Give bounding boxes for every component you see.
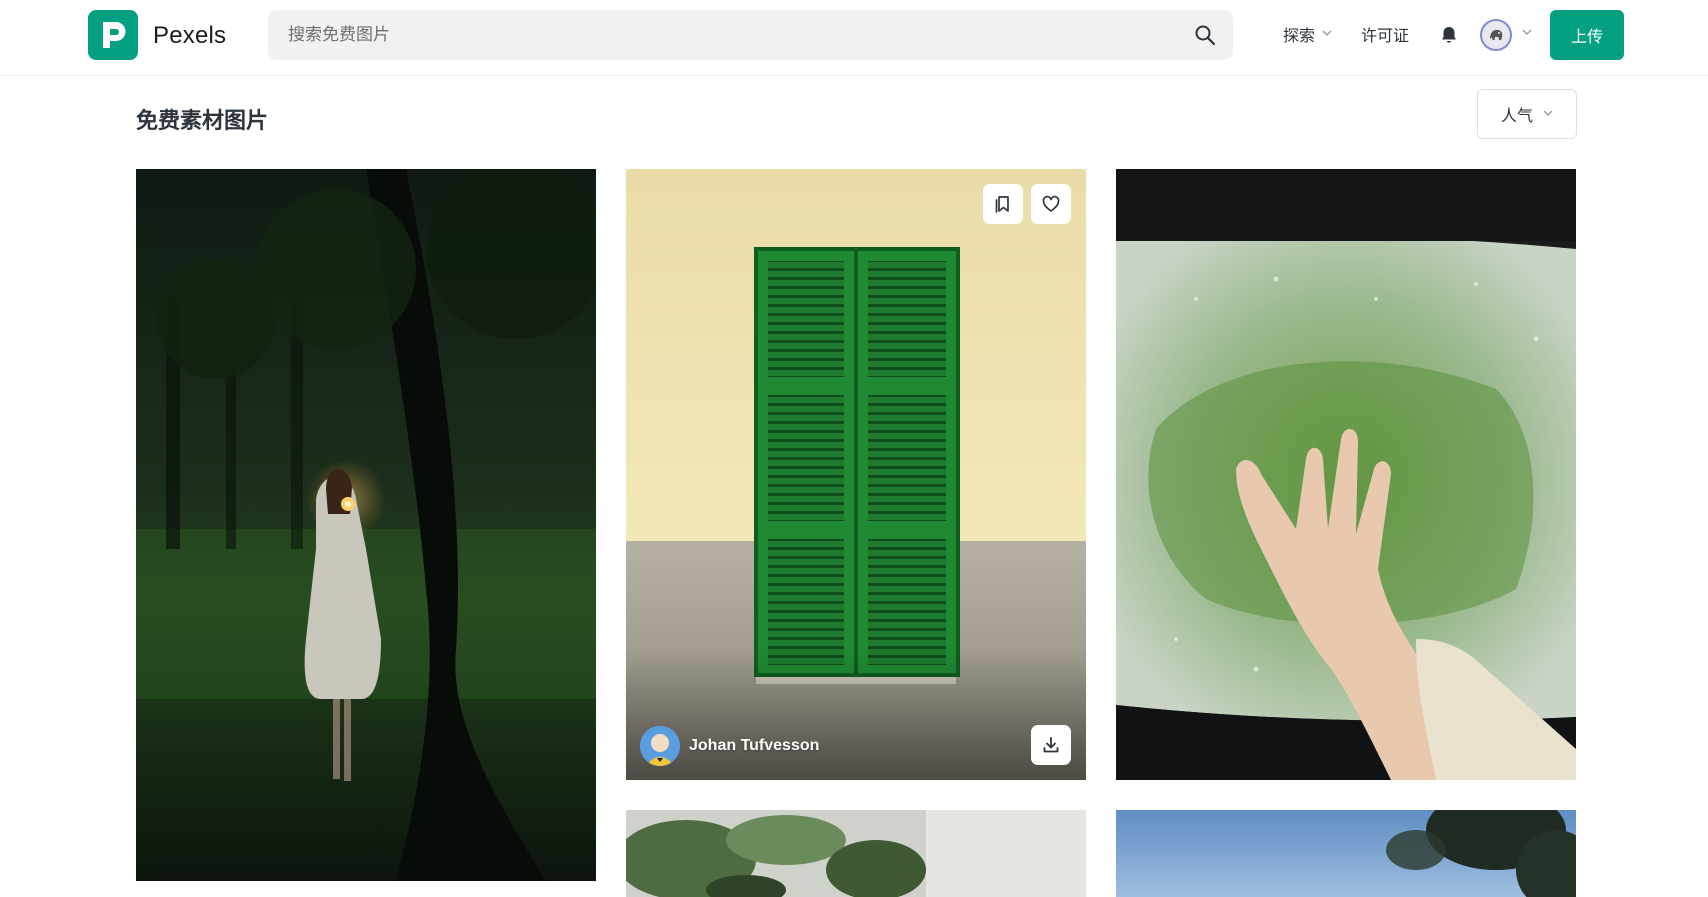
bell-icon[interactable] xyxy=(1438,24,1460,46)
collect-icon xyxy=(995,196,1009,213)
chevron-down-icon xyxy=(1322,30,1332,36)
sort-dropdown[interactable]: 人气 xyxy=(1477,89,1577,139)
photo-card[interactable]: Johan Tufvesson xyxy=(626,169,1086,780)
nav-license[interactable]: 许可证 xyxy=(1361,22,1409,46)
chevron-down-icon xyxy=(1543,110,1553,116)
sort-label: 人气 xyxy=(1500,106,1533,125)
upload-button[interactable]: 上传 xyxy=(1550,10,1624,60)
photo-card[interactable] xyxy=(626,810,1086,897)
download-icon xyxy=(1043,737,1059,753)
search-bar[interactable] xyxy=(268,10,1233,60)
top-header: Pexels 探索 许可证 上传 xyxy=(0,0,1708,76)
avatar xyxy=(1480,19,1512,51)
page-title: 免费素材图片 xyxy=(136,109,269,134)
download-button[interactable] xyxy=(1031,725,1071,765)
chevron-down-icon xyxy=(1522,29,1532,35)
brand-name[interactable]: Pexels xyxy=(153,22,226,50)
photo-image xyxy=(626,169,1086,780)
pexels-logo-icon[interactable] xyxy=(88,10,138,60)
like-button[interactable] xyxy=(1031,184,1071,224)
photo-image xyxy=(1116,169,1576,780)
nav-explore[interactable]: 探索 xyxy=(1283,22,1332,46)
photo-image xyxy=(626,810,1086,897)
photographer-avatar xyxy=(640,726,680,766)
search-icon[interactable] xyxy=(1193,23,1217,47)
collect-button[interactable] xyxy=(983,184,1023,224)
photographer[interactable]: Johan Tufvesson xyxy=(640,726,819,766)
heart-icon xyxy=(1042,195,1060,212)
nav-explore-label: 探索 xyxy=(1283,26,1316,45)
user-menu[interactable] xyxy=(1480,19,1542,53)
photo-card[interactable] xyxy=(1116,810,1576,897)
photo-card[interactable] xyxy=(1116,169,1576,780)
search-input[interactable] xyxy=(288,10,1168,60)
photographer-name: Johan Tufvesson xyxy=(689,737,820,754)
photo-image xyxy=(1116,810,1576,897)
photo-image xyxy=(136,169,596,881)
avatar-icon xyxy=(1490,29,1503,40)
photo-card[interactable] xyxy=(136,169,596,881)
